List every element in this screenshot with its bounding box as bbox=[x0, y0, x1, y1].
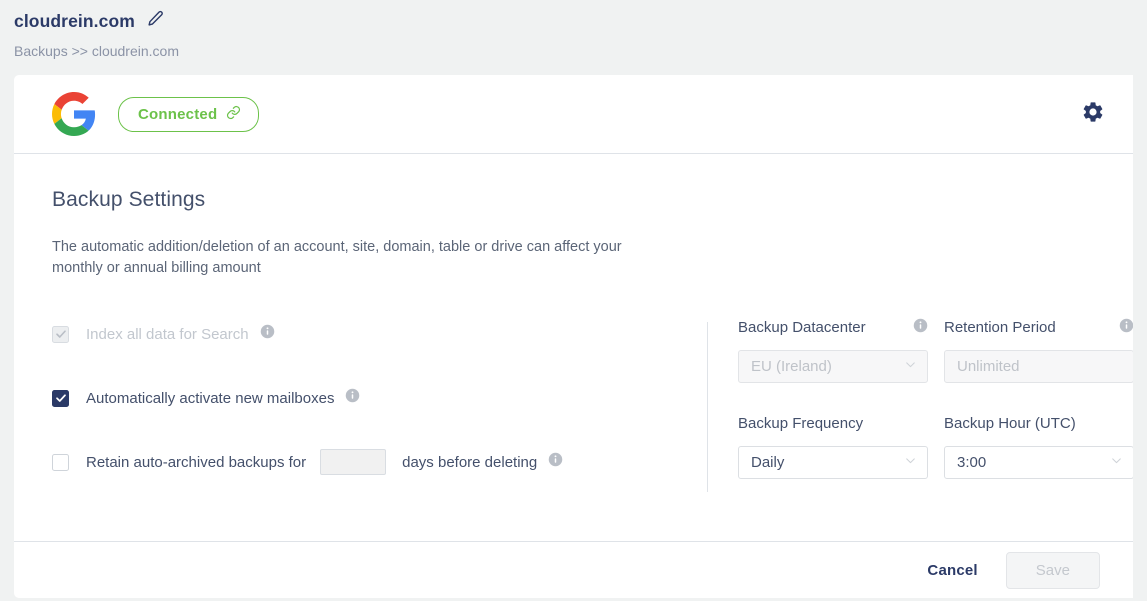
chevron-down-icon bbox=[904, 358, 917, 375]
pencil-icon[interactable] bbox=[147, 10, 164, 32]
info-icon[interactable] bbox=[345, 388, 360, 408]
backup-frequency-label: Backup Frequency bbox=[738, 415, 864, 432]
cancel-button[interactable]: Cancel bbox=[923, 556, 981, 585]
field-retention-period: Retention Period Unlimited bbox=[944, 318, 1133, 383]
options-column: Index all data for Search Automatically … bbox=[52, 319, 707, 492]
backup-hour-select[interactable]: 3:00 bbox=[944, 446, 1133, 479]
retention-period-value: Unlimited bbox=[957, 358, 1020, 375]
link-icon bbox=[226, 105, 241, 124]
info-icon[interactable] bbox=[1119, 318, 1133, 338]
retain-auto-archived-label: Retain auto-archived backups for bbox=[86, 453, 307, 471]
gear-icon[interactable] bbox=[1081, 100, 1105, 129]
card-body: Backup Settings The automatic addition/d… bbox=[14, 154, 1133, 492]
info-icon[interactable] bbox=[913, 318, 928, 338]
option-auto-activate-mailboxes: Automatically activate new mailboxes bbox=[52, 387, 707, 409]
auto-activate-mailboxes-label: Automatically activate new mailboxes bbox=[86, 389, 335, 407]
page-description: The automatic addition/deletion of an ac… bbox=[52, 239, 622, 276]
retention-period-field: Unlimited bbox=[944, 350, 1133, 383]
info-icon[interactable] bbox=[548, 452, 563, 472]
page-header: cloudrein.com Backups >> cloudrein.com bbox=[0, 0, 1147, 60]
settings-card: Connected Backup Settings The automatic … bbox=[14, 75, 1133, 598]
retain-days-suffix: days before deleting bbox=[402, 453, 538, 471]
retain-auto-archived-checkbox[interactable] bbox=[52, 453, 69, 471]
backup-hour-label: Backup Hour (UTC) bbox=[944, 415, 1076, 432]
field-backup-datacenter: Backup Datacenter EU (Ireland) bbox=[738, 318, 928, 383]
backup-frequency-select[interactable]: Daily bbox=[738, 446, 928, 479]
page-title: cloudrein.com bbox=[14, 11, 135, 31]
page-heading: Backup Settings bbox=[52, 188, 206, 211]
card-footer: Cancel Save bbox=[14, 541, 1133, 598]
save-button[interactable]: Save bbox=[1005, 551, 1100, 589]
fields-row-2: Backup Frequency Daily Backup Hour (UTC)… bbox=[738, 415, 1133, 479]
backup-hour-label-row: Backup Hour (UTC) bbox=[944, 415, 1133, 433]
retain-days-input[interactable] bbox=[320, 449, 387, 475]
backup-datacenter-value: EU (Ireland) bbox=[751, 358, 832, 375]
option-index-all-data: Index all data for Search bbox=[52, 323, 707, 345]
backup-datacenter-select: EU (Ireland) bbox=[738, 350, 928, 383]
index-all-data-label: Index all data for Search bbox=[86, 325, 249, 343]
google-logo bbox=[52, 92, 96, 136]
backup-frequency-value: Daily bbox=[751, 454, 785, 471]
field-backup-hour: Backup Hour (UTC) 3:00 bbox=[944, 415, 1133, 479]
retention-period-label: Retention Period bbox=[944, 319, 1056, 336]
title-row: cloudrein.com bbox=[14, 10, 1147, 32]
auto-activate-mailboxes-checkbox[interactable] bbox=[52, 389, 69, 407]
settings-columns: Index all data for Search Automatically … bbox=[52, 318, 1133, 492]
chevron-down-icon bbox=[904, 454, 917, 471]
breadcrumb[interactable]: Backups >> cloudrein.com bbox=[14, 42, 1147, 60]
backup-hour-value: 3:00 bbox=[957, 454, 987, 471]
backup-datacenter-label: Backup Datacenter bbox=[738, 319, 866, 336]
card-header: Connected bbox=[14, 75, 1133, 154]
status-badge-label: Connected bbox=[138, 105, 218, 123]
status-badge[interactable]: Connected bbox=[118, 96, 260, 132]
fields-row-1: Backup Datacenter EU (Ireland) Retention… bbox=[738, 318, 1133, 383]
index-all-data-checkbox bbox=[52, 325, 69, 343]
fields-column: Backup Datacenter EU (Ireland) Retention… bbox=[708, 318, 1133, 492]
retention-period-label-row: Retention Period bbox=[944, 318, 1133, 338]
field-backup-frequency: Backup Frequency Daily bbox=[738, 415, 928, 479]
backup-datacenter-label-row: Backup Datacenter bbox=[738, 318, 928, 338]
chevron-down-icon bbox=[1110, 454, 1123, 471]
info-icon[interactable] bbox=[260, 324, 275, 344]
backup-frequency-label-row: Backup Frequency bbox=[738, 415, 928, 433]
option-retain-auto-archived: Retain auto-archived backups for days be… bbox=[52, 449, 707, 475]
